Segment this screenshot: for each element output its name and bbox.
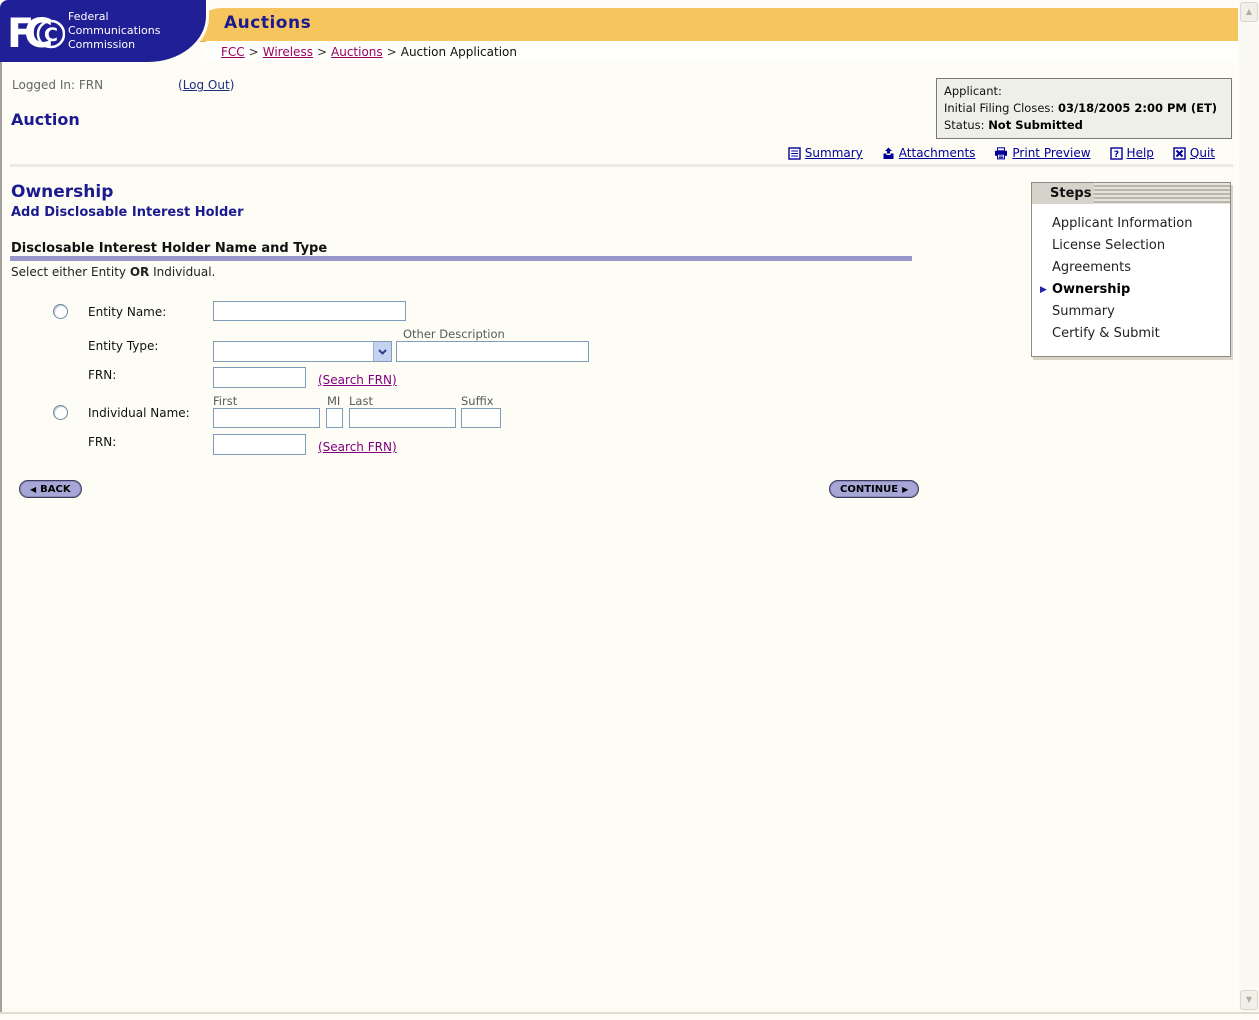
breadcrumb-separator: > <box>386 45 397 59</box>
entity-type-select[interactable] <box>213 341 392 362</box>
breadcrumb-link-fcc[interactable]: FCC <box>221 45 245 59</box>
quit-link[interactable]: Quit <box>1173 146 1215 160</box>
active-step-arrow-icon: ▶ <box>1040 285 1047 295</box>
individual-name-label: Individual Name: <box>88 406 190 420</box>
print-preview-icon <box>995 146 1008 159</box>
section-heading: Ownership <box>11 182 114 202</box>
continue-button[interactable]: CONTINUE ▶ <box>829 480 920 498</box>
step-agreements[interactable]: ▶Agreements <box>1032 257 1230 279</box>
logged-in-label: Logged In: FRN <box>12 78 104 92</box>
window-bottom-border <box>0 1012 1259 1014</box>
svg-text:?: ? <box>1113 149 1118 159</box>
entity-type-label: Entity Type: <box>88 339 159 353</box>
fieldset-rule <box>10 256 912 261</box>
individual-radio[interactable] <box>53 405 68 420</box>
other-description-label: Other Description <box>403 327 505 341</box>
breadcrumb-separator: > <box>248 45 259 59</box>
print-preview-link[interactable]: Print Preview <box>994 146 1091 160</box>
logout-wrapper: (Log Out) <box>178 78 234 92</box>
breadcrumb-bar: FCC > Wireless > Auctions > Auction Applicatio… <box>206 41 1238 62</box>
window-left-border <box>0 62 2 1012</box>
logout-paren: ) <box>229 78 235 92</box>
entity-radio[interactable] <box>53 304 68 319</box>
quit-icon <box>1173 146 1186 160</box>
page-title: Auction <box>11 110 80 129</box>
filing-closes-value: 03/18/2005 2:00 PM (ET) <box>1057 101 1218 115</box>
steps-title: Steps <box>1032 183 1230 204</box>
steps-list: ▶Applicant Information ▶License Selectio… <box>1032 204 1230 356</box>
suffix-label: Suffix <box>461 394 494 408</box>
scrollbar[interactable]: ▲ ▼ <box>1239 0 1259 1012</box>
step-ownership[interactable]: ▶ Ownership <box>1032 279 1230 301</box>
step-applicant-information[interactable]: ▶Applicant Information <box>1032 213 1230 235</box>
breadcrumb-link-wireless[interactable]: Wireless <box>263 45 313 59</box>
step-license-selection[interactable]: ▶License Selection <box>1032 235 1230 257</box>
last-name-input[interactable] <box>349 408 456 428</box>
entity-frn-input[interactable] <box>213 367 306 388</box>
attachments-link[interactable]: Attachments <box>882 146 975 160</box>
mi-input[interactable] <box>326 408 343 428</box>
entity-type-dropdown-button[interactable] <box>373 342 391 361</box>
svg-text:C: C <box>44 24 58 46</box>
breadcrumb-separator: > <box>316 45 328 59</box>
back-button[interactable]: ◀ BACK <box>19 480 82 498</box>
chevron-down-icon <box>378 348 387 355</box>
header-divider <box>10 164 1233 167</box>
entity-name-label: Entity Name: <box>88 305 167 319</box>
fcc-logo-block: F C C Federal Communications Commission <box>0 0 206 62</box>
fieldset-title: Disclosable Interest Holder Name and Typ… <box>11 241 328 256</box>
top-banner: Auctions <box>192 8 1238 42</box>
attachments-icon <box>883 147 894 159</box>
breadcrumb: FCC > Wireless > Auctions > Auction Applicatio… <box>221 45 517 59</box>
individual-frn-label: FRN: <box>88 435 117 449</box>
logout-link[interactable]: Log Out <box>183 78 230 92</box>
fcc-logo-icon: F C C <box>7 11 65 53</box>
page: Auctions F C C Federal Communications Co… <box>0 0 1259 1020</box>
toolbar: Summary Attachments Print Preview ? Help… <box>788 146 1215 160</box>
status-value: Not Submitted <box>988 118 1083 132</box>
suffix-input[interactable] <box>461 408 501 428</box>
individual-frn-input[interactable] <box>213 434 306 455</box>
individual-search-frn-link[interactable]: (Search FRN) <box>318 440 397 454</box>
summary-link[interactable]: Summary <box>788 146 863 160</box>
breadcrumb-link-auctions[interactable]: Auctions <box>331 45 383 59</box>
other-description-input[interactable] <box>396 341 589 362</box>
entity-search-frn-link[interactable]: (Search FRN) <box>318 373 397 387</box>
first-name-label: First <box>213 394 238 408</box>
status-line: Status: Not Submitted <box>944 118 1083 132</box>
first-name-input[interactable] <box>213 408 320 428</box>
entity-frn-label: FRN: <box>88 368 117 382</box>
step-summary[interactable]: ▶Summary <box>1032 301 1230 323</box>
continue-arrow-icon: ▶ <box>902 484 909 494</box>
help-icon: ? <box>1109 146 1123 159</box>
entity-name-input[interactable] <box>213 301 406 321</box>
applicant-info-box: Applicant: Initial Filing Closes: 03/18/… <box>936 78 1232 139</box>
section-subheading: Add Disclosable Interest Holder <box>11 205 244 220</box>
back-arrow-icon: ◀ <box>30 484 37 494</box>
summary-icon <box>788 146 801 160</box>
applicant-line: Applicant: <box>944 84 1002 98</box>
step-certify-submit[interactable]: Certify & Submit <box>1032 323 1230 345</box>
scroll-down-button[interactable]: ▼ <box>1240 990 1258 1010</box>
steps-panel: Steps ▶Applicant Information ▶License Se… <box>1031 182 1231 357</box>
instruction-text: Select either Entity OR Individual. <box>11 265 216 279</box>
fcc-agency-name: Federal Communications Commission <box>68 10 161 51</box>
last-name-label: Last <box>349 394 373 408</box>
breadcrumb-current: Auction Application <box>400 45 517 59</box>
app-title: Auctions <box>224 13 312 33</box>
mi-label: MI <box>327 394 341 408</box>
filing-closes-line: Initial Filing Closes: 03/18/2005 2:00 P… <box>944 101 1218 115</box>
help-link[interactable]: ? Help <box>1109 146 1154 160</box>
scroll-up-button[interactable]: ▲ <box>1240 2 1258 22</box>
